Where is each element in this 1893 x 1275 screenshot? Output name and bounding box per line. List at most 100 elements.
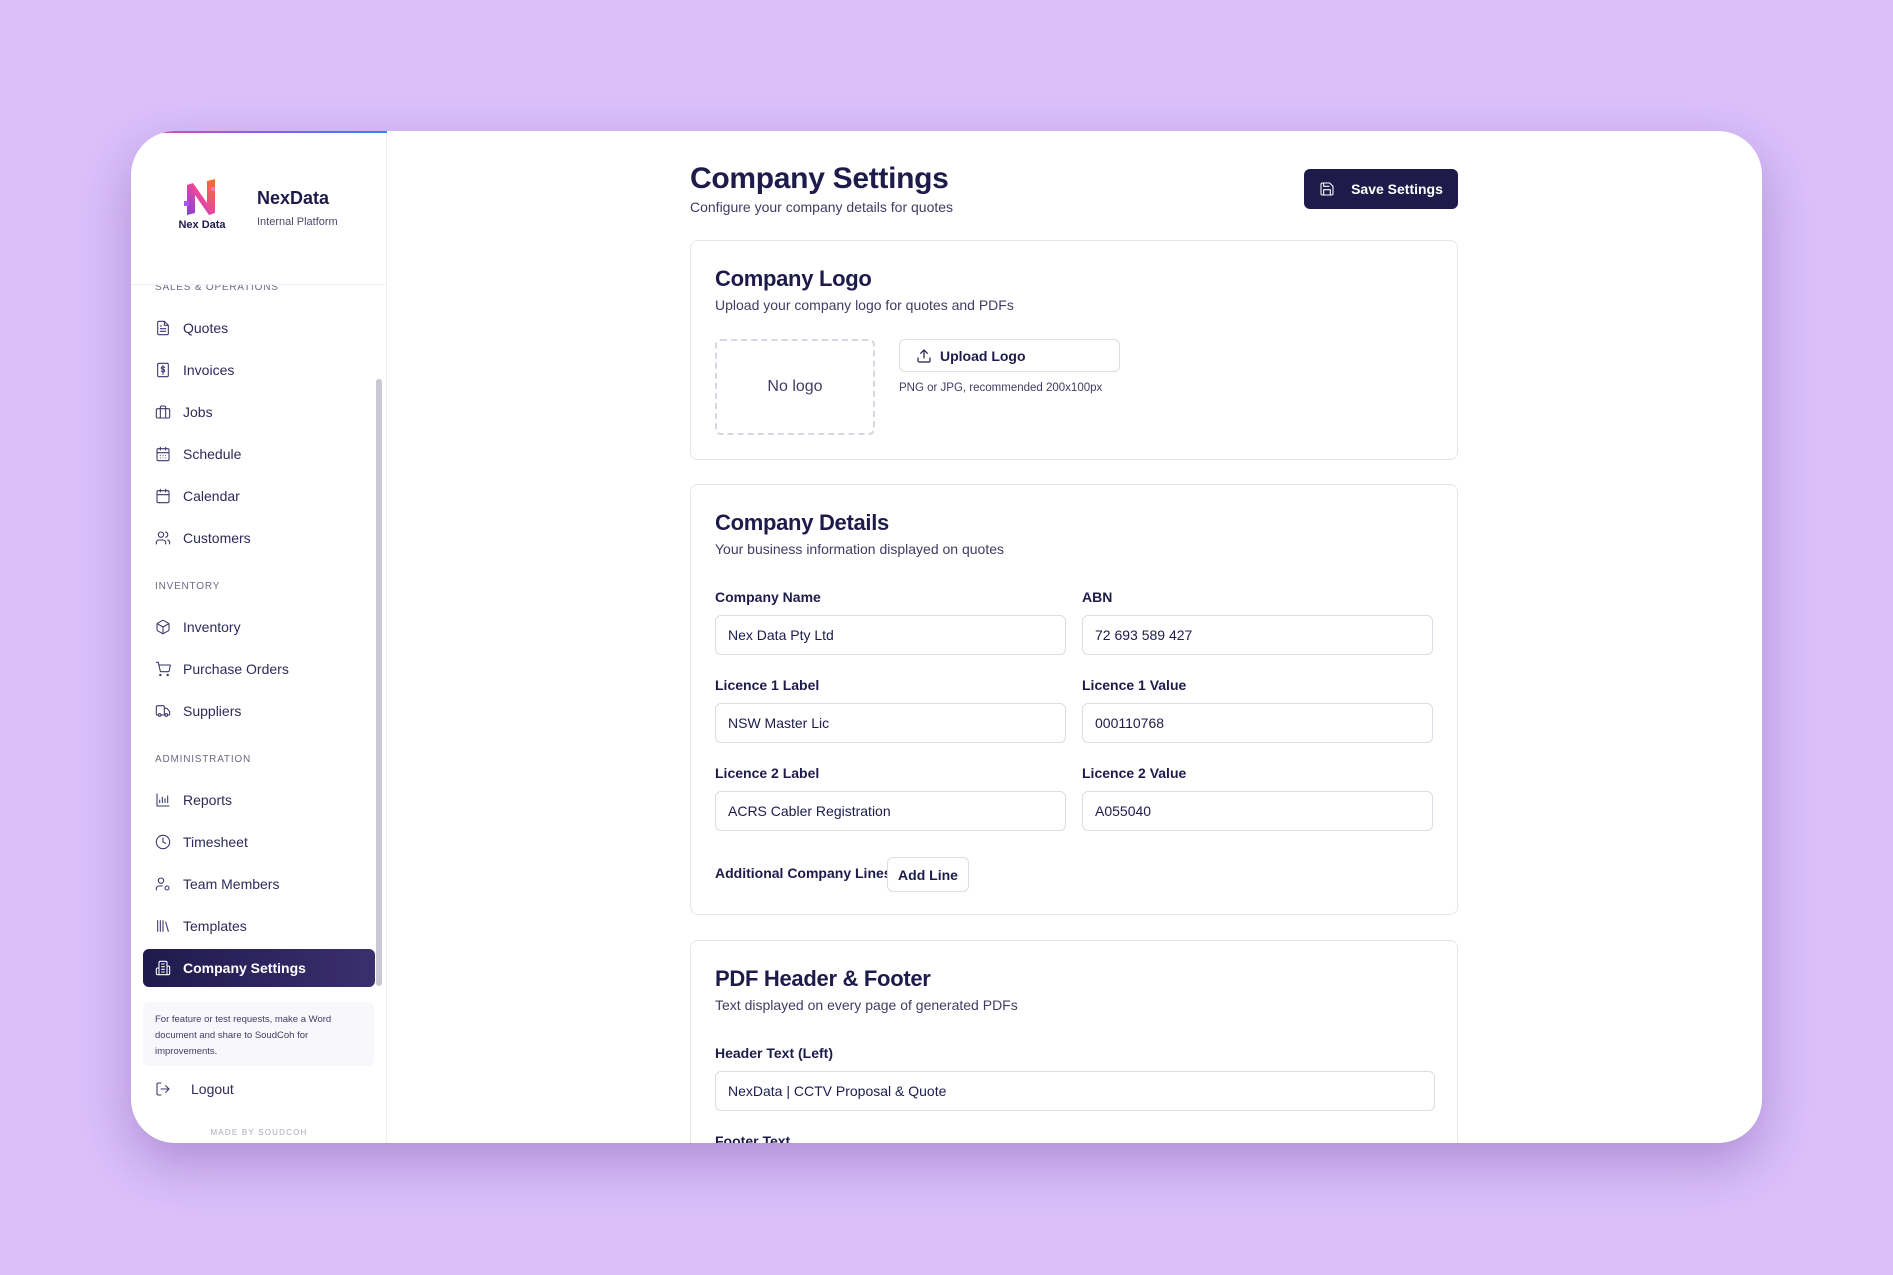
licence2-value-input[interactable] — [1082, 791, 1433, 831]
made-by-credit: MADE BY SOUDCOH — [210, 1128, 308, 1137]
save-icon — [1320, 182, 1334, 196]
logout-button[interactable]: Logout — [155, 1081, 234, 1097]
brand-text: NexData Internal Platform — [257, 188, 338, 228]
page-header: Company Settings Configure your company … — [690, 131, 1458, 251]
sidebar-item-label: Purchase Orders — [183, 661, 289, 677]
company-name-input[interactable] — [715, 615, 1066, 655]
licence1-label-label: Licence 1 Label — [715, 677, 820, 693]
upload-hint: PNG or JPG, recommended 200x100px — [899, 382, 1103, 394]
library-icon — [157, 920, 169, 932]
truck-icon — [155, 705, 171, 717]
sidebar-scrollbar[interactable] — [376, 379, 382, 986]
sidebar-item-suppliers[interactable]: Suppliers — [143, 692, 375, 730]
sidebar-item-label: Timesheet — [183, 834, 248, 850]
sidebar-item-inventory[interactable]: Inventory — [143, 608, 375, 646]
sidebar-item-purchase-orders[interactable]: Purchase Orders — [143, 650, 375, 688]
sidebar-item-label: Team Members — [183, 876, 280, 892]
card-subtitle: Upload your company logo for quotes and … — [715, 297, 1014, 313]
licence1-value-input[interactable] — [1082, 703, 1433, 743]
header-left-input[interactable] — [715, 1071, 1435, 1111]
licence2-label-input[interactable] — [715, 791, 1066, 831]
licence1-label-input[interactable] — [715, 703, 1066, 743]
users-icon — [155, 531, 171, 545]
sidebar-item-label: Customers — [183, 530, 251, 546]
building-icon — [155, 960, 171, 976]
card-subtitle: Your business information displayed on q… — [715, 541, 1005, 557]
pdf-header-footer-card: PDF Header & Footer Text displayed on ev… — [690, 940, 1458, 1143]
company-name-label: Company Name — [715, 589, 821, 605]
sidebar-item-label: Company Settings — [183, 960, 306, 976]
sidebar-item-calendar[interactable]: Calendar — [143, 477, 375, 515]
package-icon — [156, 619, 170, 635]
add-line-button[interactable]: Add Line — [887, 857, 969, 892]
licence2-value-label: Licence 2 Value — [1082, 765, 1187, 781]
brand-subtitle: Internal Platform — [257, 215, 338, 228]
save-settings-label: Save Settings — [1351, 181, 1443, 197]
upload-logo-label: Upload Logo — [940, 347, 1026, 364]
card-subtitle: Text displayed on every page of generate… — [715, 997, 1018, 1013]
no-logo-placeholder: No logo — [767, 378, 823, 395]
header-left-label: Header Text (Left) — [715, 1045, 833, 1061]
sidebar-item-invoices[interactable]: Invoices — [143, 351, 375, 389]
sidebar-item-label: Reports — [183, 792, 233, 808]
save-settings-button[interactable]: Save Settings — [1304, 169, 1458, 209]
settings-content: Company Settings Configure your company … — [690, 131, 1458, 1143]
sidebar-item-reports[interactable]: Reports — [143, 781, 375, 819]
abn-input[interactable] — [1082, 615, 1433, 655]
company-details-card: Company Details Your business informatio… — [690, 484, 1458, 915]
sidebar-item-jobs[interactable]: Jobs — [143, 393, 375, 431]
sidebar-item-timesheet[interactable]: Timesheet — [143, 823, 375, 861]
main-content: Company Settings Configure your company … — [387, 131, 1762, 1143]
footer-text-label: Footer Text — [715, 1133, 791, 1143]
sidebar-item-label: Quotes — [183, 320, 229, 336]
sidebar-item-label: Jobs — [183, 404, 213, 420]
bar-chart-icon — [156, 793, 170, 807]
upload-icon — [917, 348, 931, 363]
logout-icon — [156, 1082, 170, 1096]
additional-lines-label: Additional Company Lines — [715, 865, 892, 881]
nav-section-administration: ADMINISTRATION — [155, 754, 252, 765]
calendar-grid-icon — [156, 446, 170, 462]
user-cog-icon — [155, 877, 170, 891]
sidebar-item-quotes[interactable]: Quotes — [143, 309, 375, 347]
sidebar-nav: SALES & OPERATIONS Quotes Invoices Jobs … — [131, 285, 387, 1001]
clock-icon — [155, 834, 171, 850]
licence1-value-label: Licence 1 Value — [1082, 677, 1187, 693]
app-window: Nex Data NexData Internal Platform SALES… — [131, 131, 1762, 1143]
sidebar-item-label: Suppliers — [183, 703, 242, 719]
sidebar-item-templates[interactable]: Templates — [143, 907, 375, 945]
sidebar-item-team-members[interactable]: Team Members — [143, 865, 375, 903]
briefcase-icon — [155, 405, 171, 419]
nexdata-logo-icon — [184, 178, 215, 215]
card-title: Company Details — [715, 510, 889, 535]
sidebar-item-customers[interactable]: Customers — [143, 519, 375, 557]
sidebar-item-schedule[interactable]: Schedule — [143, 435, 375, 473]
nav-section-sales: SALES & OPERATIONS — [155, 285, 279, 293]
sidebar-item-label: Calendar — [183, 488, 240, 504]
page-title: Company Settings — [690, 162, 949, 195]
sidebar-item-label: Templates — [183, 918, 247, 934]
logout-label: Logout — [191, 1081, 234, 1097]
card-title: PDF Header & Footer — [715, 966, 931, 991]
feature-request-note: For feature or test requests, make a Wor… — [143, 1002, 374, 1066]
brand-name: NexData — [257, 187, 330, 208]
invoice-icon — [157, 362, 169, 378]
calendar-icon — [156, 488, 170, 504]
brand-logo-text: Nex Data — [178, 218, 226, 231]
company-logo-card: Company Logo Upload your company logo fo… — [690, 240, 1458, 460]
sidebar-item-label: Inventory — [183, 619, 241, 635]
sidebar-accent-bar — [131, 131, 387, 133]
brand-header: Nex Data NexData Internal Platform — [131, 131, 386, 285]
sidebar: Nex Data NexData Internal Platform SALES… — [131, 131, 387, 1143]
document-icon — [157, 320, 169, 336]
sidebar-item-label: Schedule — [183, 446, 242, 462]
page-subtitle: Configure your company details for quote… — [690, 199, 954, 215]
brand-logo[interactable]: Nex Data — [171, 177, 233, 239]
card-title: Company Logo — [715, 266, 872, 291]
cart-icon — [155, 661, 171, 677]
upload-logo-button[interactable]: Upload Logo — [899, 339, 1120, 372]
sidebar-item-company-settings[interactable]: Company Settings — [143, 949, 375, 987]
logo-dropzone[interactable]: No logo — [715, 339, 875, 435]
licence2-label-label: Licence 2 Label — [715, 765, 820, 781]
sidebar-item-label: Invoices — [183, 362, 235, 378]
